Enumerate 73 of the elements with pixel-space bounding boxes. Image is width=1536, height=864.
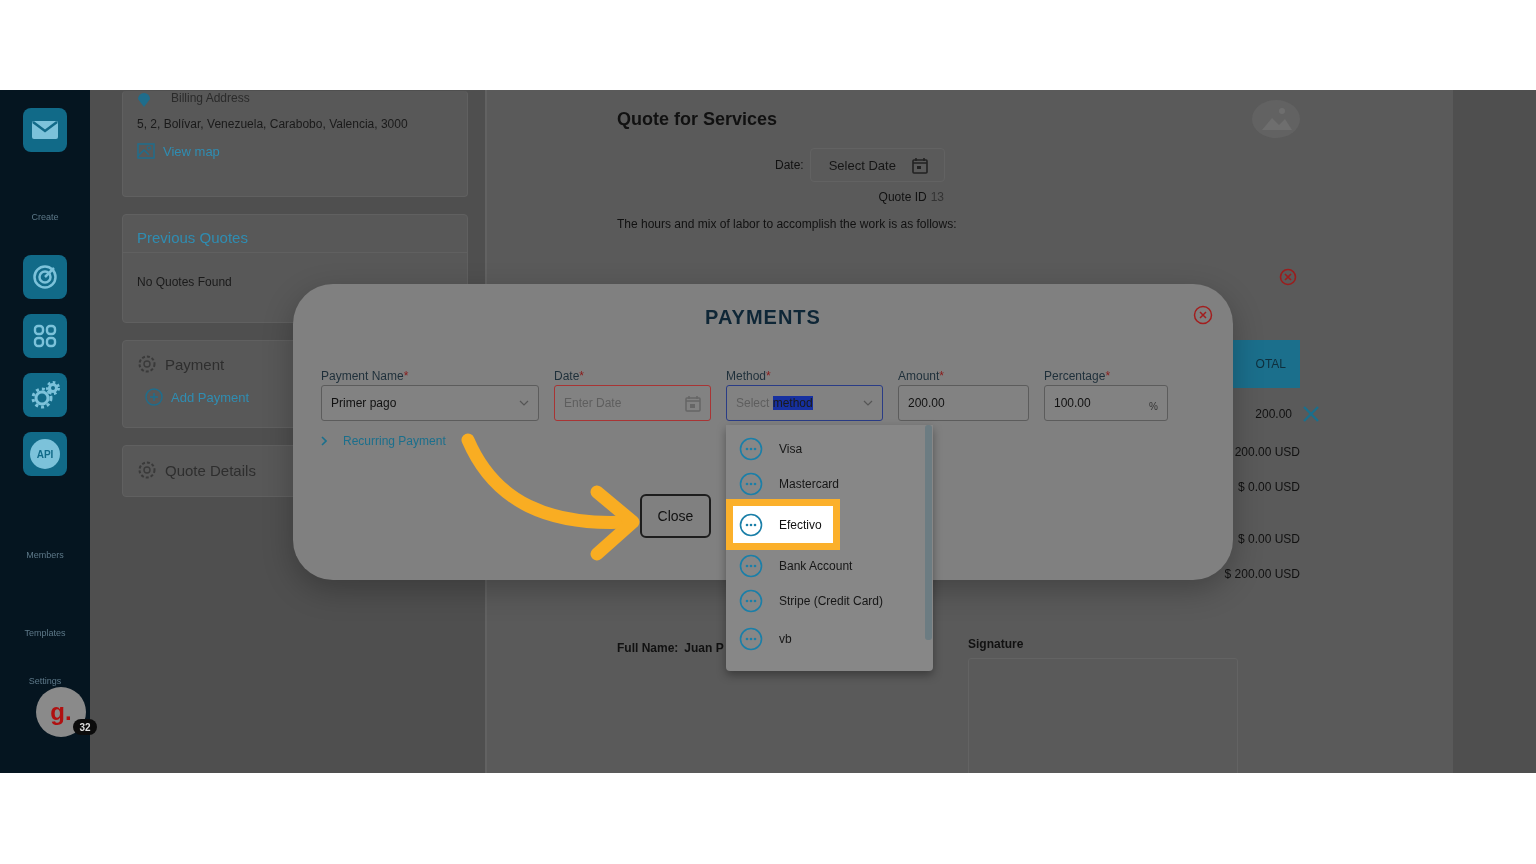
scrollbar[interactable]	[925, 425, 932, 640]
close-icon[interactable]	[1193, 305, 1213, 325]
field-label: Amount	[898, 369, 940, 383]
total-button[interactable]: OTAL	[1230, 340, 1300, 388]
api-icon: API	[30, 439, 60, 469]
document-title: Quote for Services	[617, 108, 778, 130]
required-mark: *	[579, 369, 585, 383]
more-icon	[739, 437, 763, 461]
quote-id-label: Quote ID	[878, 190, 927, 204]
target-icon	[32, 264, 58, 290]
required-mark: *	[939, 369, 945, 383]
more-icon	[739, 512, 763, 537]
close-button[interactable]: Close	[640, 494, 711, 538]
full-name-label: Full Name:	[617, 641, 679, 655]
calendar-icon	[685, 394, 701, 412]
field-label: Method	[726, 369, 767, 383]
gear-icon	[137, 354, 157, 374]
dropdown-option[interactable]: Mastercard	[726, 468, 924, 499]
mail-icon	[31, 120, 59, 140]
date-label: Date:	[775, 158, 804, 172]
signature-label: Signature	[968, 637, 1025, 651]
api-button[interactable]: API	[23, 432, 67, 476]
chevron-down-icon	[863, 400, 873, 406]
location-pin-icon	[137, 93, 151, 107]
dropdown-option[interactable]: Visa	[726, 430, 924, 468]
field-label: Date	[554, 369, 580, 383]
calendar-icon	[911, 156, 928, 174]
sidebar-label[interactable]: Members	[26, 549, 64, 561]
map-icon	[137, 143, 155, 159]
more-icon	[739, 627, 763, 651]
field-label: Percentage	[1044, 369, 1106, 383]
select-field[interactable]: Primer pago	[321, 385, 539, 421]
more-icon	[739, 471, 763, 496]
empty-message: No Quotes Found	[136, 274, 233, 291]
full-name-value: Juan P	[684, 641, 724, 655]
address-text: 5, 2, Bolívar, Venezuela, Carabobo, Valencia, 3000	[137, 117, 409, 131]
chevron-down-icon	[519, 400, 529, 406]
dialog-title: PAYMENTS	[705, 306, 821, 329]
required-mark: *	[1105, 369, 1111, 383]
gear-icon	[137, 460, 157, 480]
input-field[interactable]: 100.00 %	[1044, 385, 1168, 421]
card-heading: Previous Quotes	[123, 215, 467, 253]
chevron-right-icon	[321, 436, 327, 446]
more-icon	[739, 589, 763, 613]
sidebar-label[interactable]: Settings	[28, 675, 62, 687]
sidebar-label[interactable]: Create	[31, 211, 59, 223]
more-icon	[739, 554, 763, 578]
gears-icon	[30, 380, 60, 410]
intro-text: The hours and mix of labor to accomplish the work is as follows:	[617, 217, 958, 231]
grid-icon	[33, 324, 57, 348]
dropdown-option[interactable]: Bank Account	[726, 550, 924, 582]
close-icon[interactable]	[1302, 405, 1320, 423]
input-field[interactable]: 200.00	[898, 385, 1029, 421]
total-amount: $ 200.00 USD	[1224, 567, 1300, 581]
sidebar-button[interactable]	[23, 108, 67, 152]
dropdown-option[interactable]: Efectivo	[726, 499, 840, 550]
add-icon	[145, 388, 163, 406]
required-mark: *	[766, 369, 771, 383]
date-picker[interactable]: Select Date	[809, 148, 945, 182]
notification-badge: 32	[73, 719, 97, 735]
dropdown-option[interactable]: vb	[726, 620, 924, 658]
sidebar-button[interactable]	[23, 255, 67, 299]
sidebar-button[interactable]	[23, 373, 67, 417]
total-amount: $ 0.00 USD	[1237, 480, 1300, 494]
total-amount: $ 0.00 USD	[1237, 532, 1300, 546]
dropdown-option[interactable]: Stripe (Credit Card)	[726, 582, 924, 620]
total-amount: 200.00	[1255, 407, 1292, 421]
sidebar-button[interactable]	[23, 314, 67, 358]
remove-icon[interactable]	[1279, 268, 1297, 286]
total-amount: 200.00 USD	[1234, 445, 1300, 459]
sidebar-label[interactable]: Templates	[24, 627, 66, 639]
required-mark: *	[403, 369, 409, 383]
field-label: Payment Name	[321, 369, 404, 383]
